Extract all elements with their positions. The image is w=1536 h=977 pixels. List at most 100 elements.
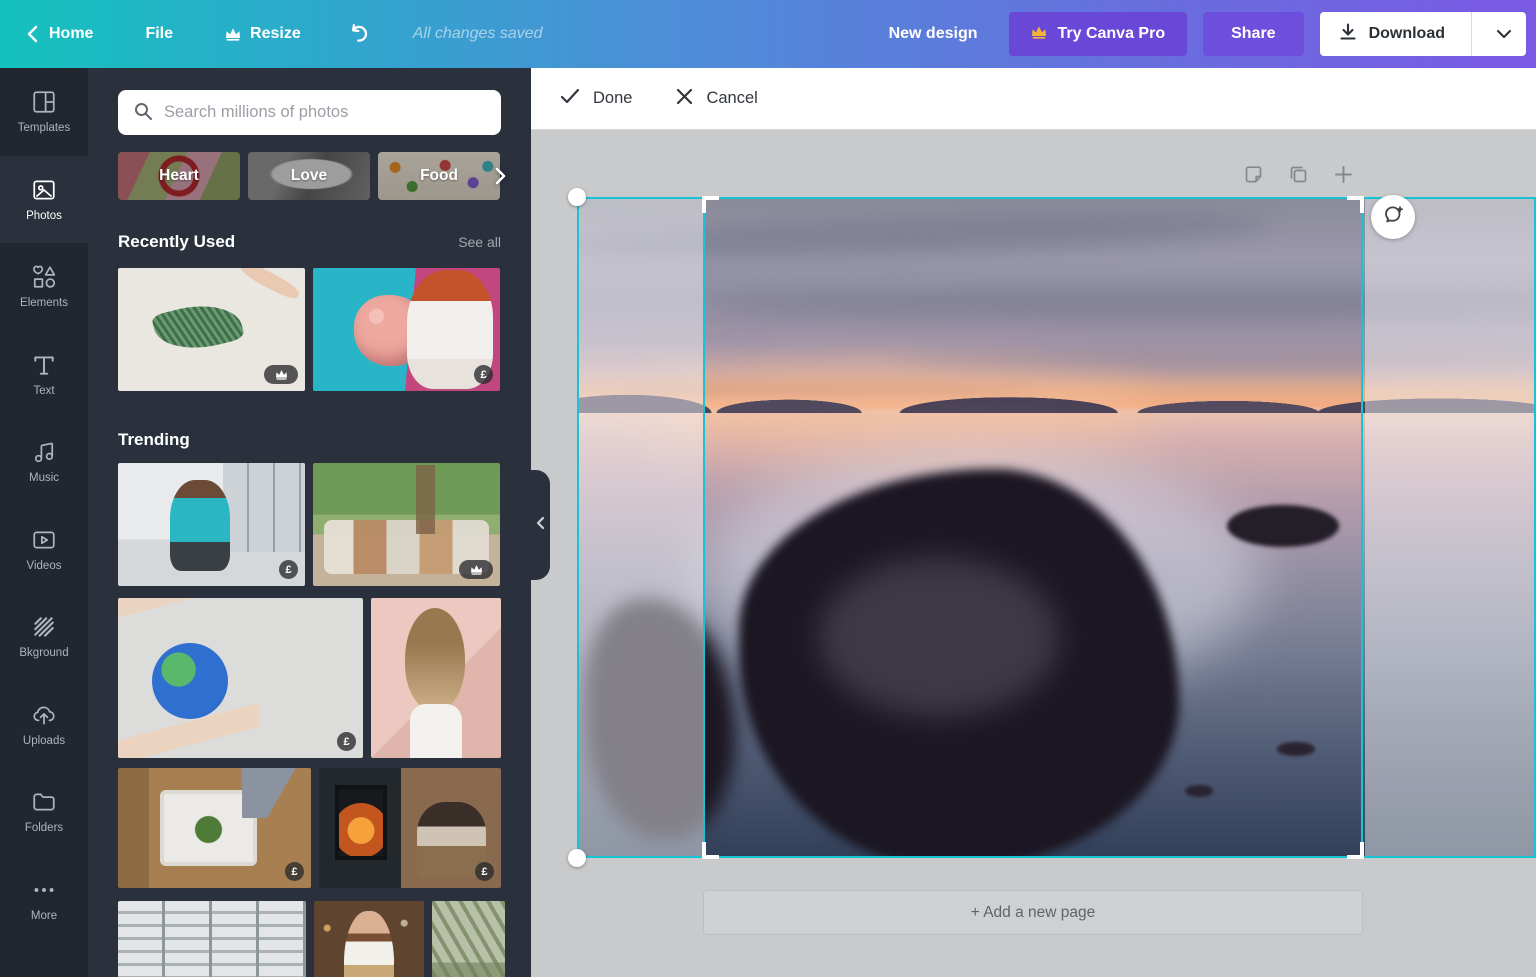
download-label: Download — [1368, 25, 1445, 42]
cancel-button[interactable]: Cancel — [676, 88, 758, 110]
photo-thumbnail-earth-globe[interactable]: £ — [118, 598, 363, 758]
chip-food[interactable]: Food — [378, 152, 500, 200]
undo-icon — [347, 22, 371, 46]
sidebar-item-music[interactable]: Music — [0, 418, 88, 506]
download-button[interactable]: Download — [1319, 12, 1526, 56]
share-button[interactable]: Share — [1203, 12, 1304, 56]
add-comment-icon — [1381, 203, 1405, 232]
undo-button[interactable] — [347, 22, 371, 46]
button-divider — [1471, 12, 1472, 56]
uploads-icon — [31, 702, 57, 728]
resize-label: Resize — [250, 25, 301, 42]
crop-corner-handle[interactable] — [702, 842, 719, 859]
crop-corner-handle[interactable] — [1347, 196, 1364, 213]
sidebar-item-label: Uploads — [22, 734, 66, 747]
chevron-left-icon — [536, 516, 545, 535]
new-design-button[interactable]: New design — [889, 25, 978, 43]
photo-thumbnail-sink[interactable]: £ — [118, 768, 311, 888]
chip-heart[interactable]: Heart — [118, 152, 240, 200]
object-panel-rail: Templates Photos Elements Text Music Vid… — [0, 68, 88, 977]
sidebar-item-more[interactable]: More — [0, 856, 88, 944]
chip-label: Love — [290, 167, 328, 184]
paid-badge: £ — [279, 560, 298, 579]
done-button[interactable]: Done — [560, 87, 632, 110]
sidebar-item-text[interactable]: Text — [0, 331, 88, 419]
trending-header: Trending — [118, 430, 501, 450]
photo-category-chips: Heart Love Food — [118, 152, 506, 200]
recently-used-header: Recently Used See all — [118, 232, 501, 252]
chip-label: Food — [420, 167, 458, 184]
crop-corner-handle[interactable] — [702, 196, 719, 213]
image-corner-handle[interactable] — [568, 849, 586, 867]
sidebar-item-photos[interactable]: Photos — [0, 155, 88, 243]
share-label: Share — [1231, 25, 1276, 42]
cancel-label: Cancel — [706, 89, 758, 107]
photo-earth-globe — [118, 598, 363, 758]
photo-thumbnail-cooking[interactable]: £ — [118, 463, 305, 586]
search-input[interactable] — [118, 90, 501, 135]
crop-corner-handle[interactable] — [1347, 842, 1364, 859]
chips-scroll-right-icon[interactable] — [494, 152, 507, 200]
photo-window-blinds — [118, 901, 306, 977]
see-all-link[interactable]: See all — [458, 234, 501, 250]
check-icon — [560, 87, 580, 110]
try-pro-label: Try Canva Pro — [1057, 25, 1166, 42]
photo-thumbnail-picnic[interactable] — [313, 463, 500, 586]
photo-thumbnail-roses[interactable]: £ — [313, 268, 500, 391]
duplicate-page-icon[interactable] — [1288, 164, 1309, 185]
canva-editor: Home File Resize All changes saved New d… — [0, 0, 1536, 977]
resize-button[interactable]: Resize — [225, 25, 301, 43]
autosave-status: All changes saved — [412, 25, 543, 42]
chip-love[interactable]: Love — [248, 152, 370, 200]
file-label: File — [145, 25, 174, 42]
add-page-icon[interactable] — [1333, 164, 1354, 185]
home-label: Home — [49, 25, 94, 42]
paid-badge: £ — [337, 732, 356, 751]
photo-washing-greens — [118, 768, 311, 888]
photo-thumbnail-blinds[interactable] — [118, 901, 306, 977]
photo-thumbnail-fireplace[interactable]: £ — [319, 768, 501, 888]
photos-icon — [31, 177, 57, 203]
image-corner-handle[interactable] — [568, 188, 586, 206]
home-button[interactable]: Home — [26, 25, 93, 43]
sidebar-item-templates[interactable]: Templates — [0, 68, 88, 156]
sidebar-item-background[interactable]: Bkground — [0, 593, 88, 681]
sidebar-item-elements[interactable]: Elements — [0, 243, 88, 331]
elements-icon — [31, 264, 57, 290]
try-canva-pro-button[interactable]: Try Canva Pro — [1009, 12, 1188, 56]
folders-icon — [31, 789, 57, 815]
sidebar-item-videos[interactable]: Videos — [0, 506, 88, 594]
crop-toolbar: Done Cancel — [531, 68, 1536, 130]
more-icon — [31, 877, 57, 903]
sidebar-item-folders[interactable]: Folders — [0, 768, 88, 856]
download-options-caret[interactable] — [1482, 29, 1526, 39]
sidebar-item-label: Templates — [17, 122, 71, 135]
photo-thumbnail-girl[interactable] — [371, 598, 501, 758]
photo-girl-pink-wall — [371, 598, 501, 758]
crown-icon — [225, 27, 241, 41]
add-comment-button[interactable] — [1371, 195, 1415, 239]
back-chevron-icon — [26, 25, 40, 43]
notes-icon[interactable] — [1243, 164, 1264, 185]
sidebar-item-label: Photos — [26, 209, 62, 222]
file-menu[interactable]: File — [145, 25, 173, 43]
photo-thumbnail-palm-leaf[interactable] — [118, 268, 305, 391]
top-bar: Home File Resize All changes saved New d… — [0, 0, 1536, 68]
photo-thumbnail-barista[interactable] — [314, 901, 424, 977]
sidebar-item-label: Music — [28, 472, 60, 485]
canvas-area: Done Cancel + Add a new page — [531, 68, 1536, 977]
search-icon — [133, 101, 153, 126]
photo-woman-by-stove — [319, 768, 501, 888]
sidebar-item-label: Text — [33, 384, 55, 397]
collapse-panel-tab[interactable] — [531, 470, 550, 580]
download-icon — [1338, 22, 1358, 47]
crop-frame[interactable] — [702, 196, 1364, 859]
background-icon — [31, 614, 57, 640]
sidebar-item-uploads[interactable]: Uploads — [0, 681, 88, 769]
photo-woman-roses — [313, 268, 500, 391]
section-title: Trending — [118, 430, 190, 449]
photo-thumbnail-plant[interactable] — [432, 901, 505, 977]
add-new-page-button[interactable]: + Add a new page — [703, 890, 1363, 935]
crop-dim-overlay — [579, 199, 705, 856]
text-icon — [31, 352, 57, 378]
